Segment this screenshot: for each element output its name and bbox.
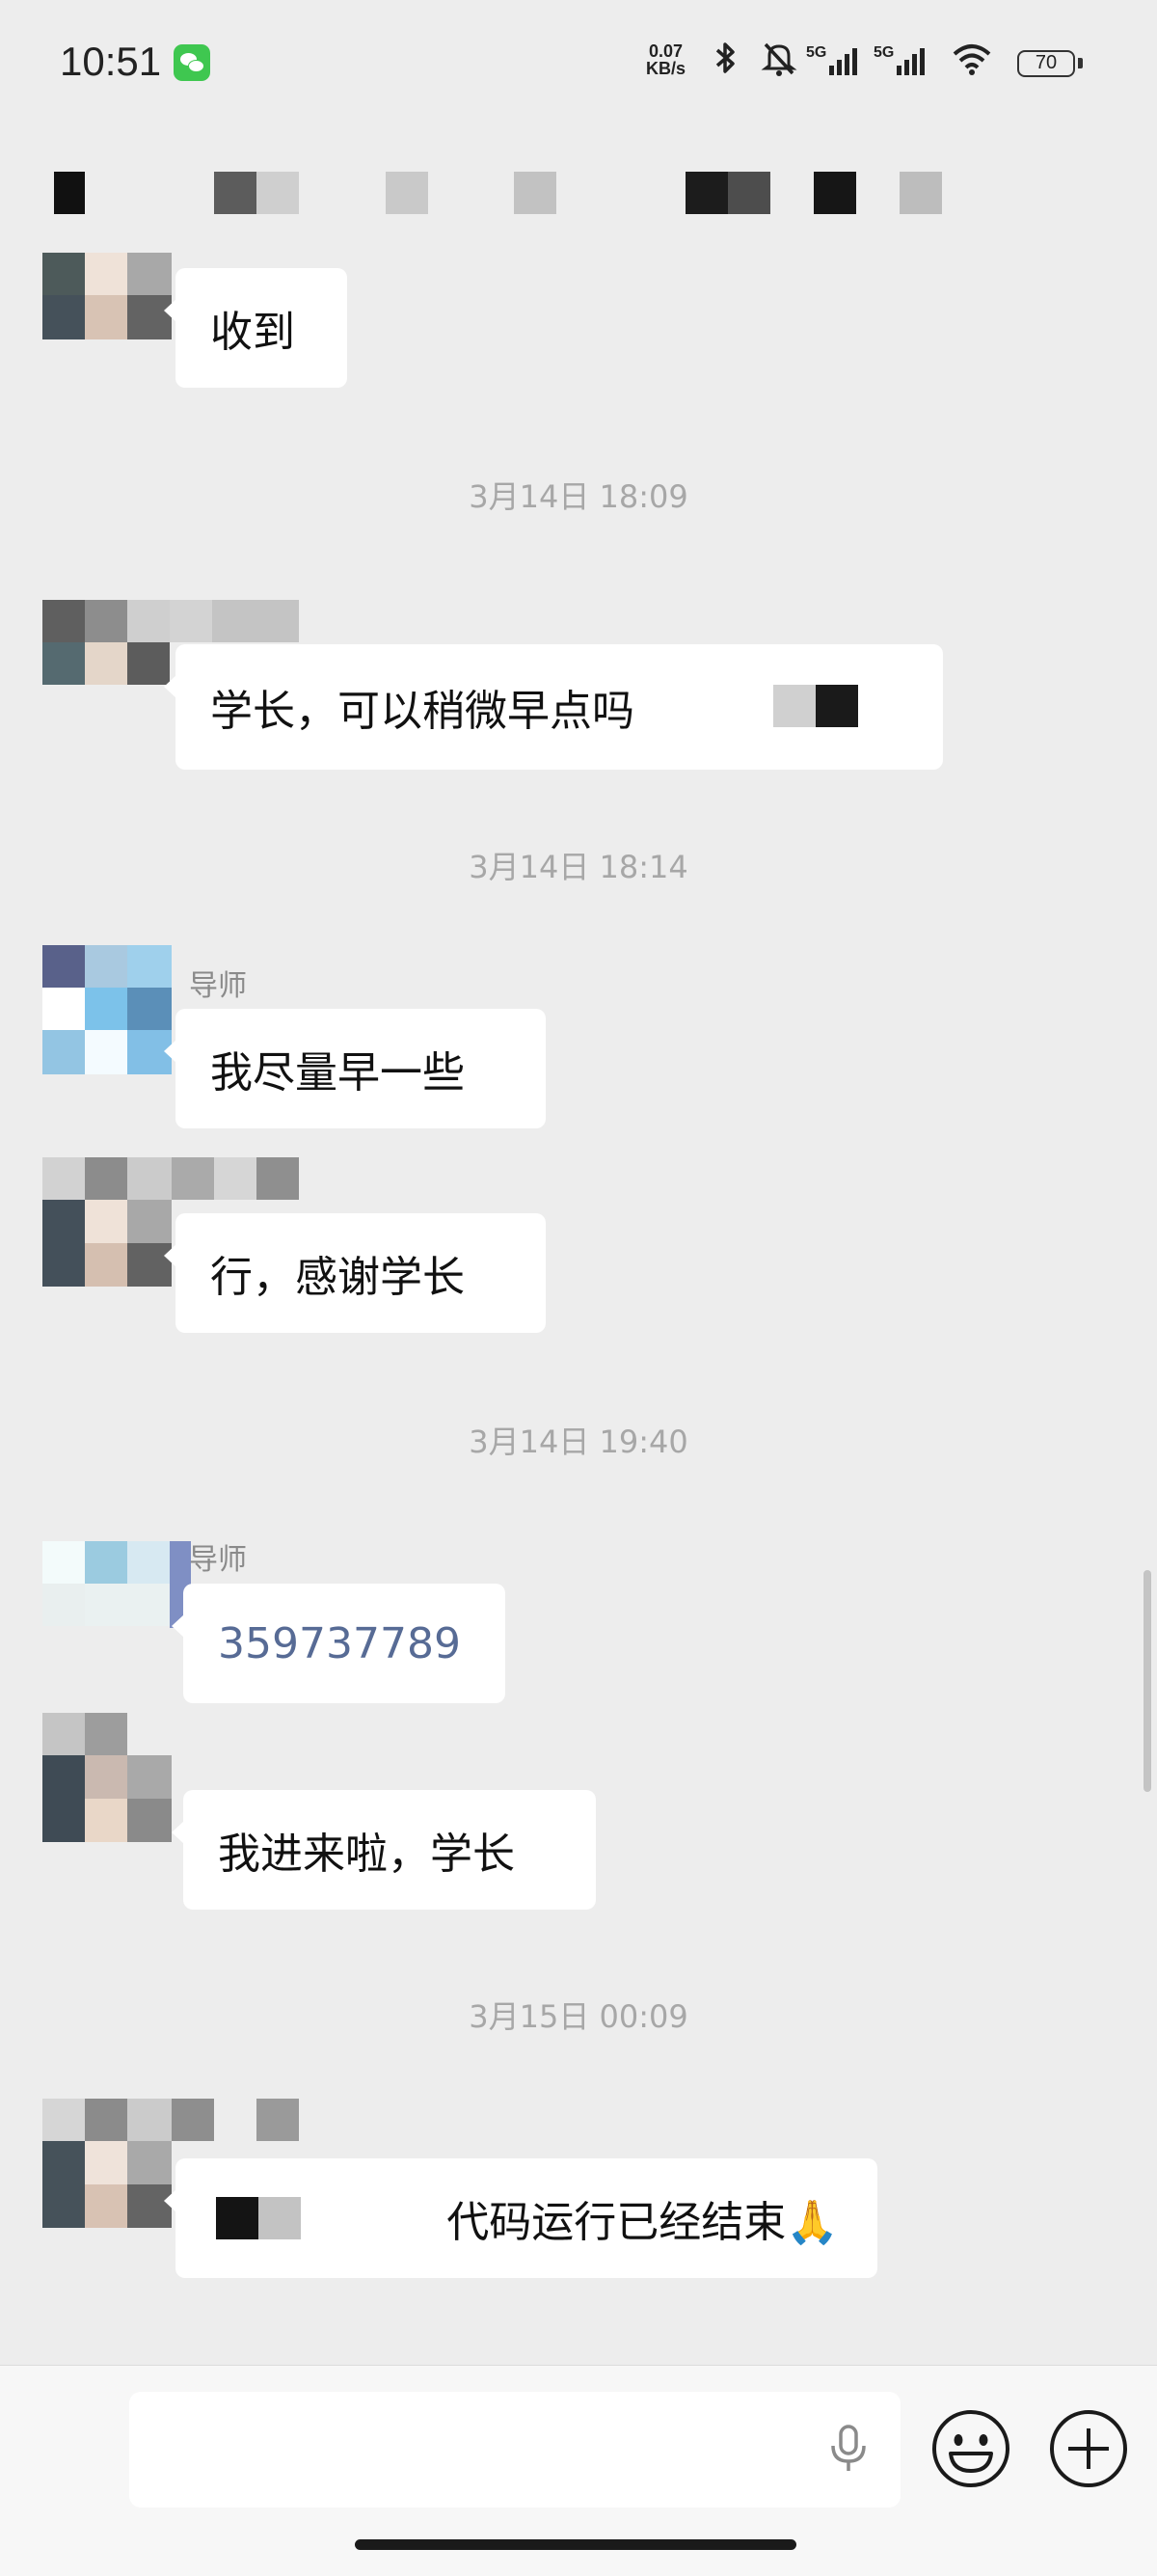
wifi-icon <box>953 44 991 75</box>
emoji-icon[interactable] <box>929 2407 1012 2490</box>
message-text: 我尽量早一些 <box>210 1048 465 1098</box>
message-bubble[interactable]: 我尽量早一些 <box>164 1009 546 1128</box>
redacted-block <box>214 1157 256 1200</box>
message-text: 收到 <box>210 308 295 357</box>
network-speed-value: 0.07 <box>648 41 684 61</box>
microphone-icon[interactable] <box>821 2421 875 2475</box>
avatar[interactable] <box>42 600 299 729</box>
redacted-block <box>216 2197 258 2239</box>
bluetooth-icon <box>715 42 735 73</box>
timestamp: 3月14日 19:40 <box>469 1424 688 1460</box>
battery-tip <box>1078 58 1083 68</box>
battery-level: 70 <box>1017 50 1075 77</box>
message-text: 359737789 <box>218 1618 461 1668</box>
home-indicator[interactable] <box>355 2539 796 2550</box>
sim1-network-type: 5G <box>806 44 827 61</box>
message-input[interactable] <box>129 2392 901 2508</box>
wechat-notification-icon <box>174 44 210 81</box>
timestamp: 3月14日 18:09 <box>469 478 688 515</box>
redacted-block <box>773 685 816 727</box>
redacted-block <box>256 2099 299 2141</box>
avatar[interactable] <box>42 253 172 382</box>
signal-strength-2-icon <box>897 48 925 75</box>
message-bubble[interactable]: 代码运行已经结束🙏 <box>164 2158 877 2278</box>
message-bubble-qq-number[interactable]: 359737789 <box>172 1584 505 1703</box>
redacted-block <box>172 1157 214 1200</box>
sender-name: 导师 <box>189 969 247 1003</box>
timestamp: 3月15日 00:09 <box>469 1998 688 2035</box>
message-text: 我进来啦，学长 <box>218 1830 515 1879</box>
redacted-block <box>816 685 858 727</box>
sender-name: 导师 <box>189 1543 247 1577</box>
mute-bell-icon <box>761 42 797 76</box>
avatar[interactable] <box>42 1157 172 1287</box>
message-bubble[interactable]: 我进来啦，学长 <box>172 1790 596 1910</box>
message-text: 学长，可以稍微早点吗 <box>210 687 634 736</box>
avatar[interactable] <box>42 945 172 1074</box>
signal-strength-1-icon <box>829 48 857 75</box>
redacted-block <box>172 2099 214 2141</box>
avatar[interactable] <box>42 2099 172 2228</box>
network-speed-unit: KB/s <box>646 59 686 78</box>
message-bubble[interactable]: 行，感谢学长 <box>164 1213 546 1333</box>
message-bubble[interactable]: 学长，可以稍微早点吗 <box>164 644 943 770</box>
avatar[interactable] <box>42 1713 172 1842</box>
sim2-network-type: 5G <box>874 44 895 61</box>
plus-circle-icon[interactable] <box>1047 2407 1130 2490</box>
avatar[interactable] <box>42 1541 191 1670</box>
network-speed: 0.07 KB/s <box>646 42 686 77</box>
message-bubble[interactable]: 收到 <box>164 268 347 388</box>
timestamp: 3月14日 18:14 <box>469 849 688 885</box>
scrollbar[interactable] <box>1144 1570 1151 1792</box>
message-text: 行，感谢学长 <box>210 1253 465 1302</box>
redacted-block <box>258 2197 301 2239</box>
status-time: 10:51 <box>60 39 162 84</box>
redacted-block <box>256 1157 299 1200</box>
message-text: 代码运行已经结束🙏 <box>446 2198 839 2247</box>
